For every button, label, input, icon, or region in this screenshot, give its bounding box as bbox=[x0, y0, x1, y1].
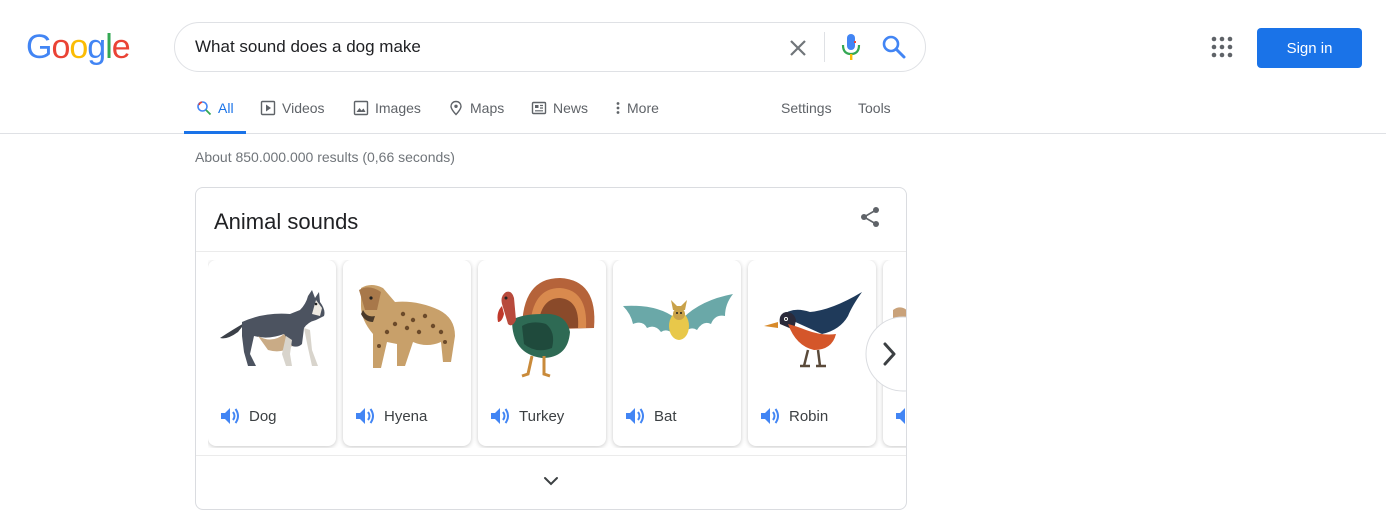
card-divider bbox=[196, 251, 906, 252]
robin-image bbox=[764, 292, 862, 368]
tab-news[interactable]: News bbox=[531, 88, 588, 134]
speaker-icon[interactable] bbox=[894, 406, 907, 426]
animal-tile-hyena[interactable]: Hyena bbox=[343, 260, 471, 446]
search-divider bbox=[824, 32, 825, 62]
carousel-next-button[interactable] bbox=[865, 316, 907, 392]
animal-label: Bat bbox=[654, 408, 677, 425]
tab-label: Tools bbox=[858, 100, 891, 116]
search-icon bbox=[197, 101, 212, 116]
tab-videos[interactable]: Videos bbox=[260, 88, 325, 134]
speaker-icon[interactable] bbox=[354, 406, 376, 426]
animal-sounds-card: Animal sounds Dog Hyena Turkey Bat Robin bbox=[195, 187, 907, 510]
animal-tile-robin[interactable]: Robin bbox=[748, 260, 876, 446]
animal-tile-dog[interactable]: Dog bbox=[208, 260, 336, 446]
animal-tile-turkey[interactable]: Turkey bbox=[478, 260, 606, 446]
search-tabs: All Videos Images Maps News More Setting… bbox=[0, 88, 1000, 134]
news-icon bbox=[531, 101, 547, 115]
bat-image bbox=[623, 294, 733, 340]
header: Google Sign in All Videos bbox=[0, 0, 1386, 134]
tab-settings[interactable]: Settings bbox=[781, 88, 832, 134]
tab-label: Settings bbox=[781, 100, 832, 116]
result-stats: About 850.000.000 results (0,66 seconds) bbox=[195, 149, 455, 165]
tab-label: Images bbox=[375, 100, 421, 116]
tab-label: All bbox=[218, 100, 234, 116]
tab-label: Maps bbox=[470, 100, 505, 116]
tab-label: More bbox=[627, 100, 659, 116]
animal-label: Turkey bbox=[519, 408, 565, 425]
search-input[interactable] bbox=[195, 33, 775, 61]
animal-tile-bat[interactable]: Bat bbox=[613, 260, 741, 446]
logo-letter-g1: G bbox=[26, 28, 52, 66]
turkey-image bbox=[497, 278, 595, 378]
search-box bbox=[174, 22, 926, 72]
tab-label: News bbox=[553, 100, 589, 116]
google-logo[interactable]: Google bbox=[26, 28, 131, 67]
animal-label: Robin bbox=[789, 408, 829, 425]
speaker-icon[interactable] bbox=[219, 406, 241, 426]
clear-icon[interactable] bbox=[784, 34, 812, 62]
tab-tools[interactable]: Tools bbox=[858, 88, 891, 134]
speaker-icon[interactable] bbox=[759, 406, 781, 426]
speaker-icon[interactable] bbox=[489, 406, 511, 426]
animal-label: Hyena bbox=[384, 408, 428, 425]
tab-all[interactable]: All bbox=[184, 88, 246, 134]
logo-letter-g2: g bbox=[87, 28, 106, 66]
card-divider bbox=[196, 455, 906, 456]
sign-in-button[interactable]: Sign in bbox=[1257, 28, 1362, 68]
video-icon bbox=[260, 100, 276, 116]
tab-label: Videos bbox=[282, 100, 325, 116]
logo-letter-o1: o bbox=[51, 28, 70, 66]
animal-carousel: Dog Hyena Turkey Bat Robin bbox=[208, 260, 907, 448]
logo-letter-e: e bbox=[111, 28, 131, 66]
map-pin-icon bbox=[450, 100, 462, 116]
chevron-down-icon[interactable] bbox=[542, 474, 560, 488]
share-icon[interactable] bbox=[858, 205, 882, 229]
speaker-icon[interactable] bbox=[624, 406, 646, 426]
card-title: Animal sounds bbox=[214, 209, 359, 234]
logo-letter-o2: o bbox=[69, 28, 88, 66]
hyena-image bbox=[359, 285, 455, 368]
more-vert-icon bbox=[616, 102, 620, 114]
apps-grid-icon[interactable] bbox=[1210, 35, 1234, 59]
tab-images[interactable]: Images bbox=[353, 88, 421, 134]
tab-maps[interactable]: Maps bbox=[448, 88, 504, 134]
image-icon bbox=[353, 100, 369, 116]
dog-image bbox=[220, 290, 325, 366]
tab-more[interactable]: More bbox=[613, 88, 659, 134]
mic-icon[interactable] bbox=[838, 32, 864, 62]
animal-label: Dog bbox=[249, 408, 277, 425]
search-icon[interactable] bbox=[880, 33, 908, 61]
